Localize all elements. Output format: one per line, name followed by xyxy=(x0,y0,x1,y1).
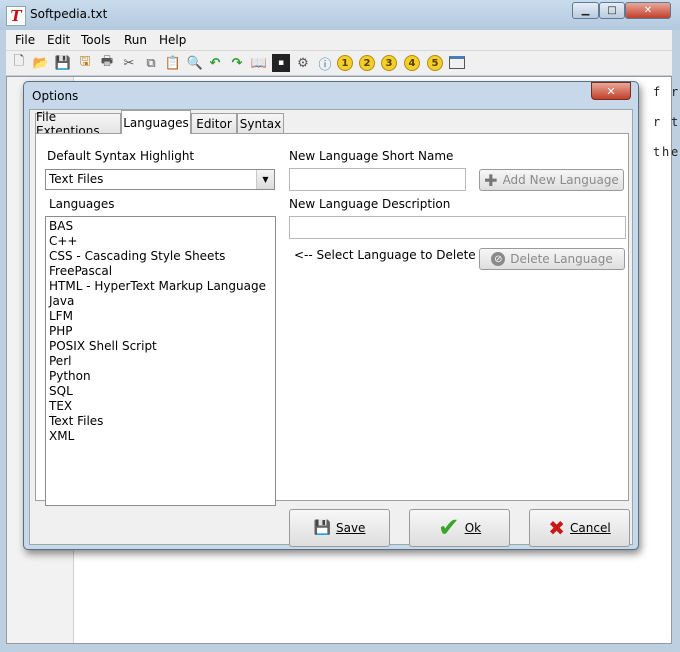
languages-label: Languages xyxy=(49,197,115,211)
options-dialog: Options ✕ File Extentions Languages Edit… xyxy=(23,81,639,550)
info-icon[interactable]: ⓘ xyxy=(316,54,334,73)
list-item[interactable]: TEX xyxy=(49,399,72,413)
editor-text: t xyxy=(653,145,661,159)
new-file-icon[interactable]: 🗋 xyxy=(10,54,28,72)
list-item[interactable]: Text Files xyxy=(49,414,103,428)
save-label: Save xyxy=(335,521,366,535)
cancel-label: Cancel xyxy=(570,521,611,535)
editor-text: f xyxy=(653,85,661,99)
close-button[interactable]: ✕ xyxy=(625,2,671,19)
tab-syntax[interactable]: Syntax xyxy=(237,113,284,133)
short-name-input[interactable] xyxy=(289,168,466,191)
print-icon[interactable]: 🖶 xyxy=(98,54,116,72)
copy-icon[interactable]: ⧉ xyxy=(142,54,160,72)
dialog-title: Options xyxy=(32,89,79,103)
bookmark-3-icon[interactable]: 3 xyxy=(381,55,397,71)
list-item[interactable]: FreePascal xyxy=(49,264,112,278)
close-icon: ✖ xyxy=(548,516,566,540)
ok-label: Ok xyxy=(464,521,482,535)
editor-text: r xyxy=(653,115,661,129)
dialog-body: File Extentions Languages Editor Syntax … xyxy=(29,109,633,547)
redo-icon[interactable]: ↷ xyxy=(228,54,246,72)
save-icon[interactable]: 💾 xyxy=(54,54,72,72)
description-label: New Language Description xyxy=(289,197,451,211)
editor-text: h xyxy=(662,145,670,159)
app-logo-icon: T xyxy=(6,6,26,26)
cancel-button[interactable]: ✖ Cancel xyxy=(529,509,630,547)
undo-icon[interactable]: ↶ xyxy=(206,54,224,72)
menu-bar: File Edit Tools Run Help xyxy=(6,30,672,51)
save-icon: 💾 xyxy=(313,520,331,536)
menu-file[interactable]: File xyxy=(15,33,35,47)
list-item[interactable]: SQL xyxy=(49,384,73,398)
short-name-label: New Language Short Name xyxy=(289,149,454,163)
list-item[interactable]: XML xyxy=(49,429,74,443)
tab-file-extentions[interactable]: File Extentions xyxy=(35,110,121,138)
delete-language-button[interactable]: ⊘ Delete Language xyxy=(479,248,625,270)
description-input[interactable] xyxy=(289,216,626,239)
find-icon[interactable]: 🔍 xyxy=(186,54,204,72)
add-language-label: Add New Language xyxy=(502,173,619,187)
bookmark-1-icon[interactable]: 1 xyxy=(337,55,353,71)
list-item[interactable]: Python xyxy=(49,369,91,383)
bookmark-5-icon[interactable]: 5 xyxy=(427,55,443,71)
dialog-close-button[interactable]: ✕ xyxy=(591,82,631,100)
menu-edit[interactable]: Edit xyxy=(47,33,70,47)
open-folder-icon[interactable]: 📂 xyxy=(32,54,50,72)
bookmark-4-icon[interactable]: 4 xyxy=(404,55,420,71)
list-item[interactable]: C++ xyxy=(49,234,78,248)
tab-editor[interactable]: Editor xyxy=(191,113,237,133)
toolbar: 🗋 📂 💾 🖫 🖶 ✂ ⧉ 📋 🔍 ↶ ↷ 📖 ▪ ⚙ ⓘ 1 2 3 4 5 xyxy=(6,51,672,75)
prohibited-icon: ⊘ xyxy=(491,252,506,266)
list-item[interactable]: Perl xyxy=(49,354,71,368)
delete-language-label: Delete Language xyxy=(510,252,613,266)
terminal-icon[interactable]: ▪ xyxy=(272,54,290,72)
ok-button[interactable]: ✔ Ok xyxy=(409,509,510,547)
add-language-button[interactable]: ✚ Add New Language xyxy=(479,169,624,191)
menu-tools[interactable]: Tools xyxy=(81,33,111,47)
editor-text: r xyxy=(671,85,679,99)
languages-list[interactable]: BAS C++ CSS - Cascading Style Sheets Fre… xyxy=(45,216,276,506)
plus-icon: ✚ xyxy=(484,170,498,190)
tab-languages[interactable]: Languages xyxy=(121,110,191,134)
title-bar: T Softpedia.txt ▁ □ ✕ xyxy=(0,0,680,30)
cut-icon[interactable]: ✂ xyxy=(120,54,138,72)
minimize-button[interactable]: ▁ xyxy=(572,2,599,19)
list-item[interactable]: LFM xyxy=(49,309,73,323)
delete-hint: <-- Select Language to Delete --> xyxy=(294,248,499,262)
gear-icon[interactable]: ⚙ xyxy=(294,54,312,72)
editor-text: e xyxy=(671,145,679,159)
list-item[interactable]: HTML - HyperText Markup Language xyxy=(49,279,266,293)
window-icon[interactable] xyxy=(449,56,465,69)
list-item[interactable]: PHP xyxy=(49,324,73,338)
languages-panel: Default Syntax Highlight Text Files ▼ La… xyxy=(35,133,629,506)
default-syntax-select[interactable]: Text Files ▼ xyxy=(45,169,275,190)
default-syntax-value: Text Files xyxy=(49,172,104,186)
list-item[interactable]: POSIX Shell Script xyxy=(49,339,157,353)
paste-icon[interactable]: 📋 xyxy=(164,54,182,72)
maximize-button[interactable]: □ xyxy=(599,2,625,19)
save-button[interactable]: 💾 Save xyxy=(289,509,390,547)
bookmark-2-icon[interactable]: 2 xyxy=(359,55,375,71)
book-icon[interactable]: 📖 xyxy=(250,54,268,72)
default-syntax-label: Default Syntax Highlight xyxy=(47,149,195,163)
list-item[interactable]: BAS xyxy=(49,219,73,233)
editor-text: t xyxy=(671,115,679,129)
list-item[interactable]: Java xyxy=(49,294,74,308)
window-title: Softpedia.txt xyxy=(30,7,108,21)
menu-help[interactable]: Help xyxy=(159,33,186,47)
list-item[interactable]: CSS - Cascading Style Sheets xyxy=(49,249,225,263)
dialog-footer: 💾 Save ✔ Ok ✖ Cancel xyxy=(30,501,632,547)
chevron-down-icon[interactable]: ▼ xyxy=(256,170,274,189)
save-all-icon[interactable]: 🖫 xyxy=(76,54,94,72)
checkmark-icon: ✔ xyxy=(437,513,460,543)
menu-run[interactable]: Run xyxy=(124,33,147,47)
